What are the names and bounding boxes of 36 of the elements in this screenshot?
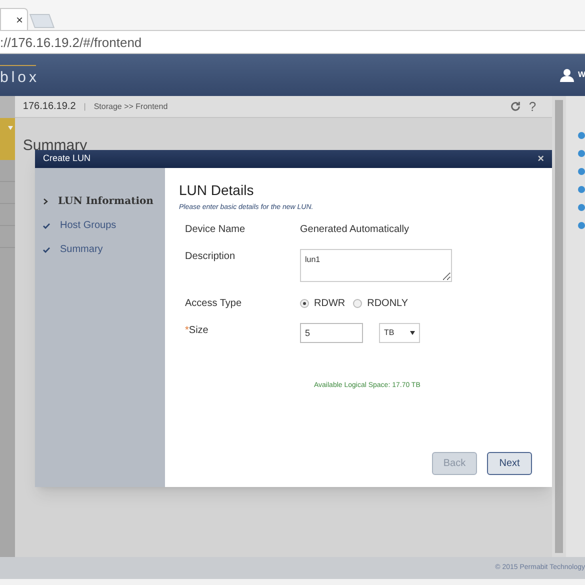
required-mark: * (185, 324, 189, 338)
section-title: LUN Details (179, 181, 255, 200)
user-icon[interactable] (560, 68, 574, 82)
dialog-title: Create LUN (43, 152, 91, 166)
breadcrumb[interactable]: Storage >> Frontend (94, 100, 502, 112)
caret-icon (410, 330, 415, 334)
field-label: Access Type (185, 296, 243, 310)
help-button[interactable]: ? (528, 96, 544, 116)
wizard-step[interactable]: LUN Information (58, 194, 154, 209)
radio-button[interactable] (300, 298, 309, 308)
wizard-step[interactable]: Host Groups (60, 218, 116, 233)
size-field[interactable]: 5 (300, 322, 363, 342)
wizard-step[interactable]: Summary (60, 242, 103, 257)
nav-header-block (0, 96, 15, 118)
unit-dropdown[interactable]: TB (379, 322, 420, 342)
logo-text: blox (0, 70, 40, 85)
nav-item[interactable] (0, 118, 15, 160)
description-field[interactable]: lun1 (300, 248, 452, 282)
close-tab-button[interactable]: × (16, 14, 23, 26)
caret-icon (8, 126, 13, 130)
page-heading: Summary (22, 137, 88, 154)
field-label: Device Name (185, 222, 246, 236)
wizard-button[interactable]: Next (487, 452, 532, 475)
field-label: Description (185, 250, 236, 264)
field-value: Generated Automatically (300, 222, 410, 236)
address-bar[interactable]: ://176.16.19.2/#/frontend (0, 36, 142, 48)
radio-button[interactable] (353, 298, 362, 308)
host-address: 176.16.19.2 (22, 100, 76, 114)
field-label: Size (188, 324, 208, 338)
refresh-icon[interactable] (510, 101, 521, 112)
separator-text: | (84, 100, 86, 112)
scrollbar-thumb[interactable] (555, 100, 564, 553)
radio-label[interactable]: RDWR (314, 296, 346, 310)
new-tab-button[interactable] (29, 14, 55, 28)
close-button[interactable]: × (538, 154, 544, 164)
radio-label[interactable]: RDONLY (367, 296, 408, 310)
